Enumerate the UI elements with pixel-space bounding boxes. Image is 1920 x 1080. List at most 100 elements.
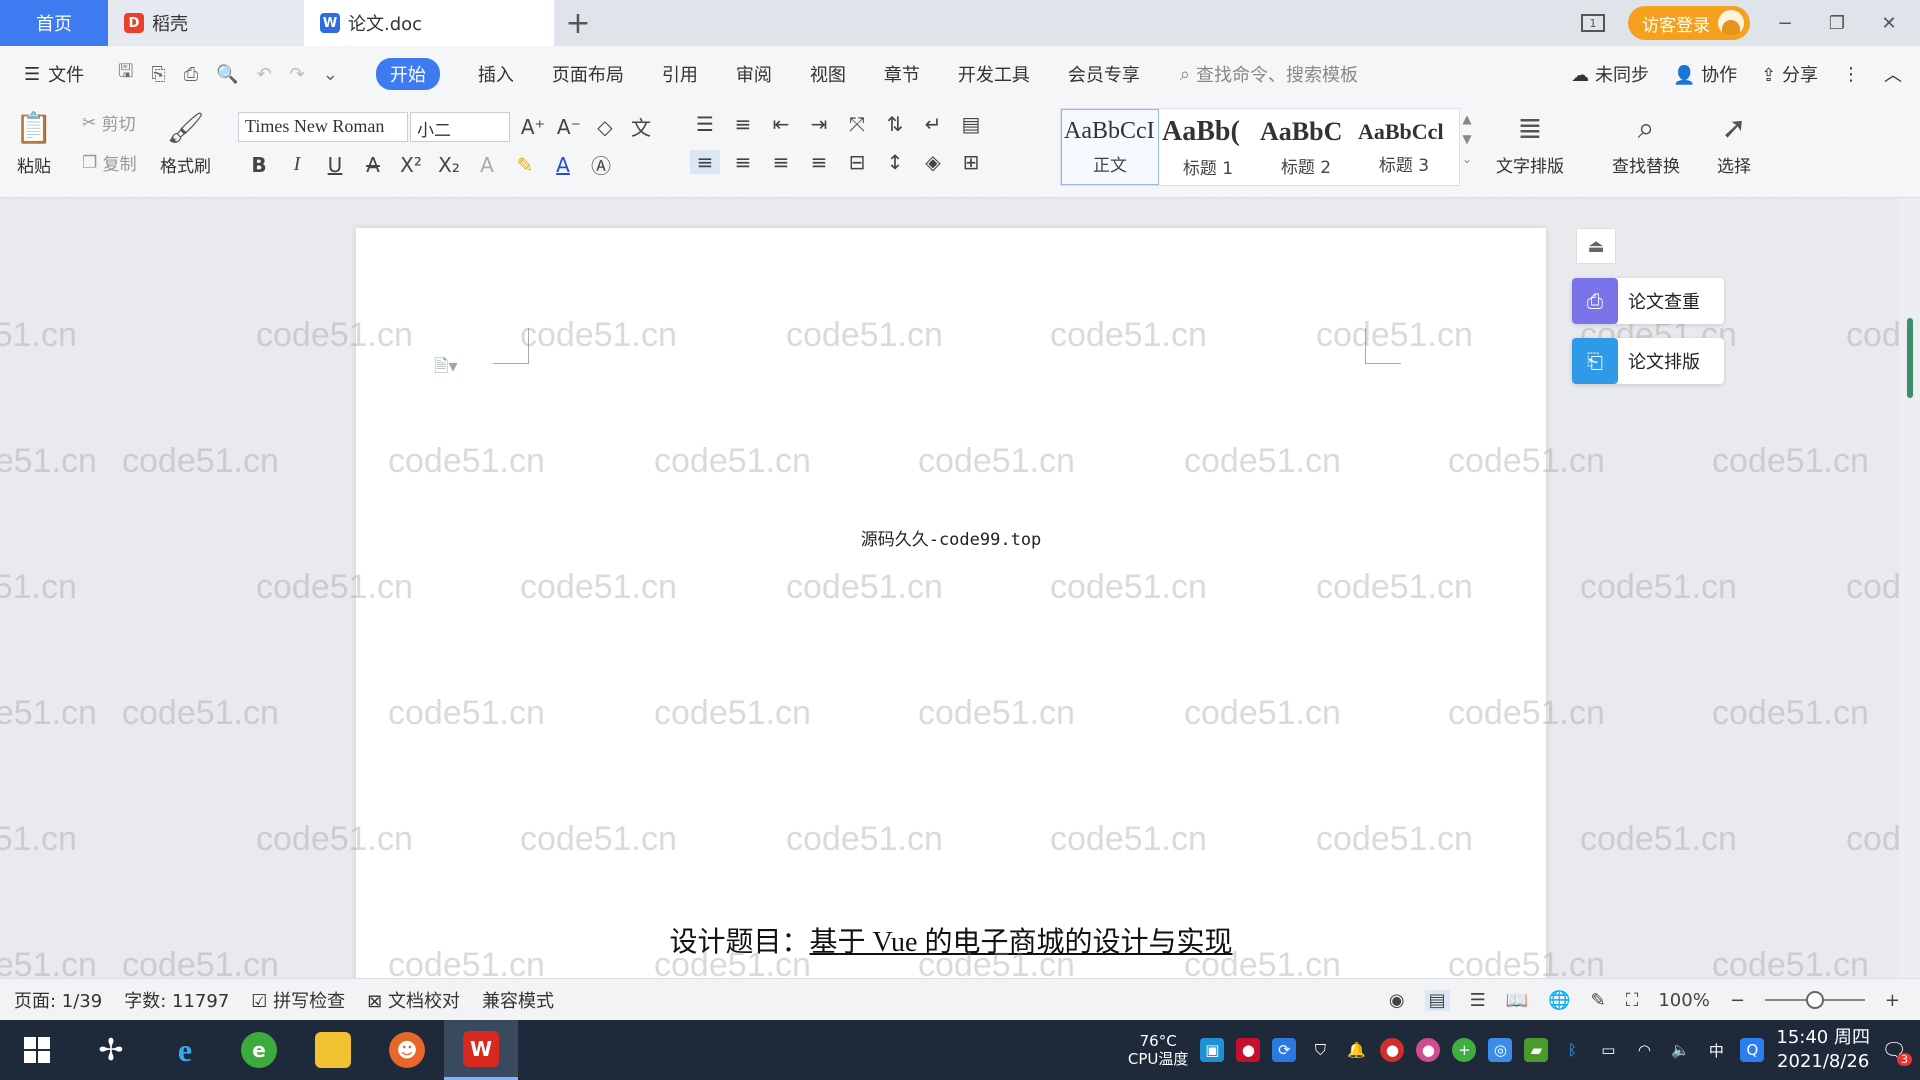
vertical-scrollbar[interactable]: [1900, 198, 1920, 978]
restore-button[interactable]: ❐: [1820, 6, 1854, 40]
system-clock[interactable]: 15:40 周四 2021/8/26: [1776, 1026, 1870, 1074]
menu-view[interactable]: 视图: [810, 61, 846, 87]
zoom-slider-knob[interactable]: [1805, 991, 1824, 1009]
proofread-button[interactable]: ⊠ 文档校对: [367, 987, 460, 1013]
menu-page-layout[interactable]: 页面布局: [552, 61, 624, 87]
zoom-out-icon[interactable]: −: [1730, 990, 1745, 1011]
tray-plus-icon[interactable]: +: [1452, 1038, 1477, 1062]
superscript-icon[interactable]: X²: [396, 153, 426, 177]
borders-icon[interactable]: ⊞: [956, 150, 986, 174]
justify-icon[interactable]: ≡: [804, 150, 834, 174]
eye-protection-icon[interactable]: ◉: [1389, 990, 1405, 1011]
word-count[interactable]: 字数: 11797: [124, 987, 229, 1013]
tab-document[interactable]: W 论文.doc: [304, 0, 554, 46]
style-heading-1[interactable]: AaBb( 标题 1: [1159, 109, 1257, 185]
menu-insert[interactable]: 插入: [478, 61, 514, 87]
subscript-icon[interactable]: X₂: [434, 153, 464, 177]
menu-member[interactable]: 会员专享: [1068, 61, 1140, 87]
sync-status[interactable]: ☁ 未同步: [1571, 61, 1649, 87]
sort-icon[interactable]: ⇅: [880, 112, 910, 136]
italic-icon[interactable]: I: [282, 153, 312, 176]
paragraph-options-icon[interactable]: 🗎▾: [434, 354, 458, 384]
chinese-layout-icon[interactable]: ⤧: [842, 112, 872, 136]
taskbar-app-game[interactable]: ☻: [370, 1020, 444, 1080]
style-heading-3[interactable]: AaBbCcl 标题 3: [1355, 109, 1453, 185]
page-indicator[interactable]: 页面: 1/39: [14, 987, 102, 1013]
collapse-ribbon-icon[interactable]: ︿: [1884, 61, 1902, 87]
phonetic-icon[interactable]: 文: [626, 112, 656, 141]
wifi-icon[interactable]: ◠: [1632, 1038, 1656, 1062]
page-view-icon[interactable]: ▤: [1424, 989, 1450, 1011]
write-view-icon[interactable]: ✎: [1591, 990, 1606, 1011]
copy-button[interactable]: ❐ 复制: [82, 150, 137, 176]
paper-layout-button[interactable]: ⎗ 论文排版: [1572, 338, 1724, 384]
taskbar-app-explorer[interactable]: [296, 1020, 370, 1080]
line-spacing-icon[interactable]: ↕: [880, 150, 910, 174]
bluetooth-icon[interactable]: ᛒ: [1560, 1038, 1584, 1062]
text-layout-button[interactable]: ≣ 文字排版: [1496, 108, 1564, 178]
panel-collapse-button[interactable]: ⏏: [1576, 228, 1616, 264]
numbered-list-icon[interactable]: ≡: [728, 112, 758, 136]
menu-review[interactable]: 审阅: [736, 61, 772, 87]
shield-icon[interactable]: ⛉: [1308, 1038, 1332, 1062]
undo-icon[interactable]: ↶: [257, 64, 272, 85]
scrollbar-thumb[interactable]: [1907, 318, 1913, 398]
style-scroll[interactable]: ▲ ▼ ⌄: [1462, 112, 1472, 166]
format-painter-button[interactable]: 🖌 格式刷: [160, 108, 211, 178]
notification-center-icon[interactable]: 🗨 3: [1881, 1038, 1912, 1066]
save-icon[interactable]: 🖫: [118, 59, 133, 89]
find-replace-button[interactable]: ⌕ 查找替换: [1612, 108, 1680, 178]
battery-icon[interactable]: ▭: [1596, 1038, 1620, 1062]
web-view-icon[interactable]: 🌐: [1548, 990, 1570, 1011]
grow-font-icon[interactable]: A⁺: [518, 115, 548, 139]
zoom-level[interactable]: 100%: [1658, 990, 1709, 1011]
menu-chapter[interactable]: 章节: [884, 61, 920, 87]
font-size-select[interactable]: 小二: [410, 112, 510, 142]
print-preview-icon[interactable]: 🔍: [216, 64, 238, 85]
paste-button[interactable]: 📋 粘贴: [14, 108, 54, 178]
tray-security-icon[interactable]: ●: [1236, 1038, 1261, 1062]
zoom-in-icon[interactable]: +: [1885, 990, 1900, 1011]
menu-developer[interactable]: 开发工具: [958, 61, 1030, 87]
font-name-select[interactable]: Times New Roman: [238, 112, 408, 142]
bold-icon[interactable]: B: [244, 153, 274, 177]
redo-icon[interactable]: ↷: [290, 64, 305, 85]
tab-home[interactable]: 首页: [0, 0, 108, 46]
tray-app2-icon[interactable]: ●: [1380, 1038, 1405, 1062]
style-heading-2[interactable]: AaBbC 标题 2: [1257, 109, 1355, 185]
char-border-icon[interactable]: Ⓐ: [586, 150, 616, 179]
document-page[interactable]: 🗎▾ 源码久久-code99.top 设计题目：基于 Vue 的电子商城的设计与…: [356, 228, 1546, 978]
start-button[interactable]: [0, 1020, 74, 1080]
table-ruler-icon[interactable]: ▤: [956, 112, 986, 136]
more-icon[interactable]: ⋮: [1842, 64, 1860, 85]
distribute-icon[interactable]: ⊟: [842, 150, 872, 174]
menu-references[interactable]: 引用: [662, 61, 698, 87]
outline-view-icon[interactable]: ☰: [1470, 990, 1486, 1011]
highlight-icon[interactable]: ✎: [510, 153, 540, 177]
volume-icon[interactable]: 🔈: [1668, 1038, 1692, 1062]
fit-page-icon[interactable]: ⛶: [1626, 990, 1639, 1011]
nvidia-icon[interactable]: ▰: [1524, 1038, 1549, 1062]
taskbar-app-wps[interactable]: W: [444, 1020, 518, 1080]
tray-app-icon[interactable]: ▣: [1200, 1038, 1225, 1062]
increase-indent-icon[interactable]: ⇥: [804, 112, 834, 136]
taskbar-app-browser[interactable]: e: [222, 1020, 296, 1080]
align-left-icon[interactable]: ≡: [690, 150, 720, 174]
close-button[interactable]: ✕: [1872, 6, 1906, 40]
underline-icon[interactable]: U: [320, 153, 350, 177]
file-menu[interactable]: ☰ 文件: [0, 61, 110, 87]
collaborate-button[interactable]: 👤 协作: [1673, 61, 1737, 87]
window-layout-icon[interactable]: 1: [1576, 6, 1610, 40]
style-scroll-down-icon[interactable]: ▼: [1462, 132, 1471, 146]
shrink-font-icon[interactable]: A⁻: [554, 115, 584, 139]
print-icon[interactable]: ⎙: [184, 64, 198, 85]
text-effect-icon[interactable]: A: [472, 153, 502, 177]
command-search[interactable]: ⌕ 查找命令、搜索模板: [1180, 61, 1358, 87]
bell-icon[interactable]: 🔔: [1344, 1038, 1368, 1062]
font-color-icon[interactable]: A: [548, 153, 578, 177]
guest-login-button[interactable]: 访客登录: [1628, 6, 1750, 40]
show-marks-icon[interactable]: ↵: [918, 112, 948, 136]
output-icon[interactable]: ⎘: [151, 64, 165, 85]
bullet-list-icon[interactable]: ☰: [690, 112, 720, 136]
cut-button[interactable]: ✂ 剪切: [82, 110, 136, 136]
